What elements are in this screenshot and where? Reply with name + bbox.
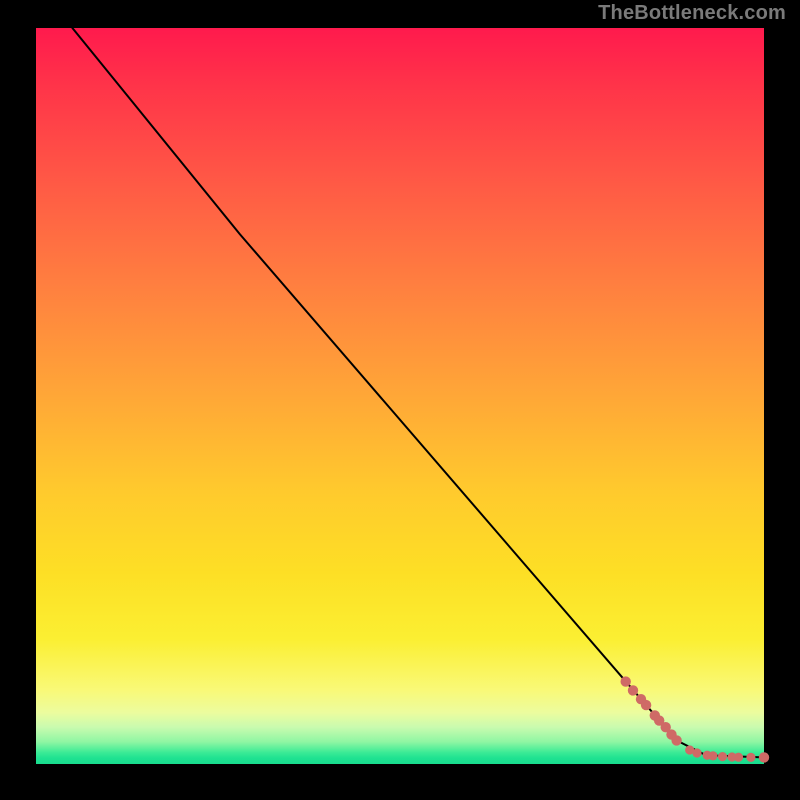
data-point <box>671 735 681 745</box>
data-point <box>641 700 651 710</box>
data-point <box>621 676 631 686</box>
data-point <box>718 752 727 761</box>
data-point <box>759 752 769 762</box>
plot-area <box>36 28 764 764</box>
data-point <box>746 753 755 762</box>
data-point <box>692 748 701 757</box>
marker-group <box>621 676 770 762</box>
attribution-text: TheBottleneck.com <box>598 2 786 25</box>
curve-line <box>72 28 764 757</box>
chart-overlay <box>36 28 764 764</box>
data-point <box>628 685 638 695</box>
data-point <box>734 753 743 762</box>
chart-stage: TheBottleneck.com <box>0 0 800 800</box>
data-point <box>708 751 717 760</box>
